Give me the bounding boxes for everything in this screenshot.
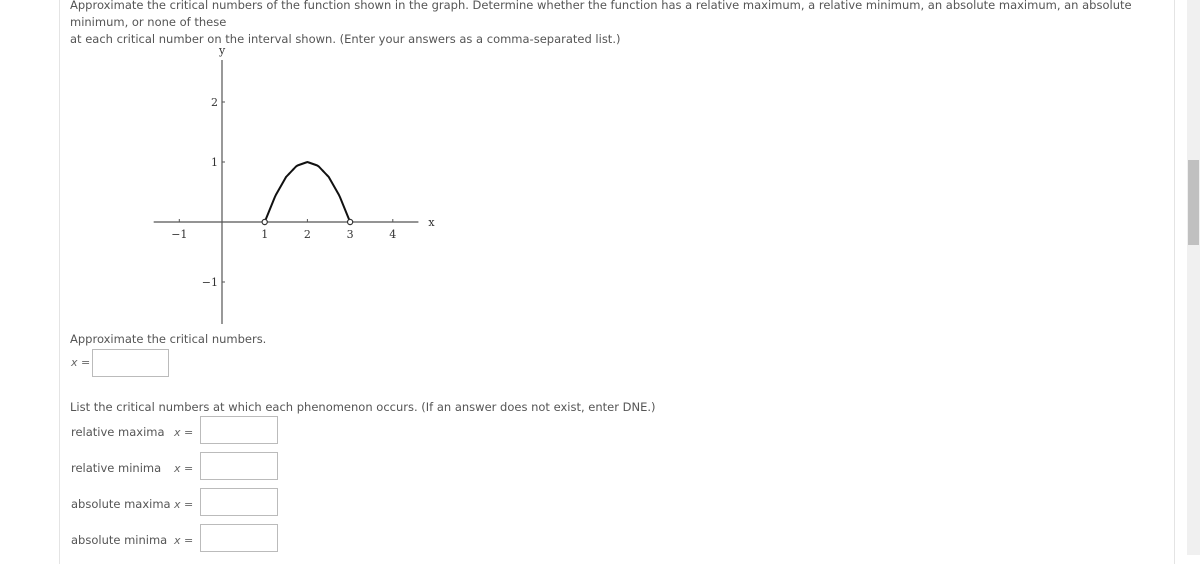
instructions-line-1: Approximate the critical numbers of the … [70,0,1132,29]
axes: xy [153,44,435,324]
critical-numbers-prompt: Approximate the critical numbers. [70,332,267,346]
critical-numbers-input[interactable] [92,349,169,377]
relative-maxima-x-equals: x = [174,426,193,439]
x-tick-label: −1 [171,228,187,241]
scrollbar-track[interactable] [1187,0,1200,555]
equals-sign: = [184,462,194,475]
relative-minima-label: relative minima [71,461,162,475]
relative-minima-input[interactable] [200,452,278,480]
equals-sign: = [184,426,194,439]
absolute-minima-input[interactable] [200,524,278,552]
x-tick-label: 1 [261,228,268,241]
absolute-maxima-input[interactable] [200,488,278,516]
equals-sign: = [81,356,91,369]
absolute-maxima-x-equals: x = [174,498,193,511]
scrollbar-thumb[interactable] [1188,160,1199,245]
phenomenon-prompt: List the critical numbers at which each … [70,400,656,414]
open-endpoint [346,218,354,226]
ticks: −1 1 2 3 4 −1 1 2 [171,96,396,289]
y-tick-label: 1 [211,156,218,169]
absolute-minima-x-equals: x = [174,534,193,547]
x-var: x [174,426,181,439]
relative-minima-x-equals: x = [174,462,193,475]
equals-sign: = [184,498,194,511]
curve [263,160,352,223]
x-var: x [174,534,181,547]
x-tick-label: 3 [347,228,354,241]
x-axis-label: x [428,216,435,229]
relative-maxima-label: relative maxima [71,425,165,439]
function-curve [263,160,352,223]
y-tick-label: 2 [211,96,218,109]
y-tick-label: −1 [202,276,218,289]
x-tick-label: 4 [389,228,396,241]
relative-maxima-input[interactable] [200,416,278,444]
absolute-maxima-label: absolute maxima [71,497,171,511]
open-endpoint [261,218,268,226]
function-graph: xy −1 1 2 3 4−112 [153,44,435,324]
x-var: x [174,462,181,475]
y-axis-label: y [218,44,226,57]
equals-sign: = [184,534,194,547]
x-tick-label: 2 [304,228,311,241]
x-equals-label: x = [71,356,90,369]
x-var: x [174,498,181,511]
absolute-minima-label: absolute minima [71,533,168,547]
x-var: x [71,356,78,369]
